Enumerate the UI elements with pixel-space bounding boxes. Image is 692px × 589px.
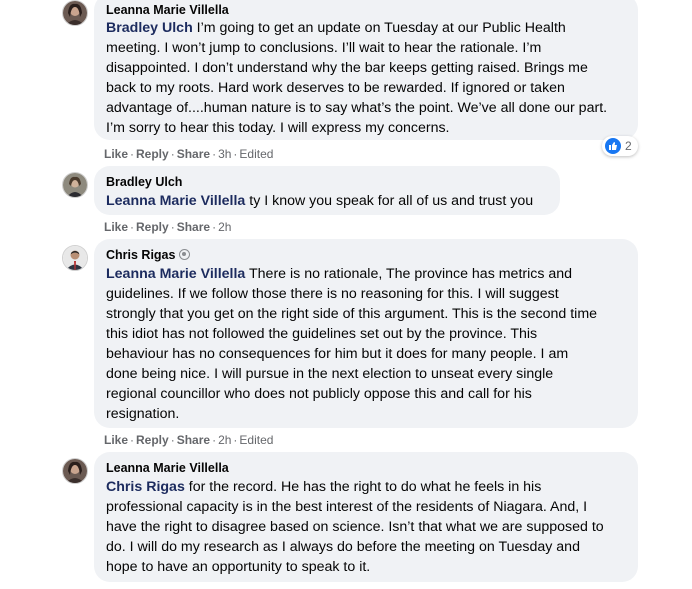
avatar[interactable] (62, 245, 88, 271)
comment-text: Bradley Ulch I’m going to get an update … (106, 20, 608, 136)
comment-author[interactable]: Leanna Marie Villella (106, 1, 626, 19)
edited-label[interactable]: Edited (239, 147, 273, 161)
comment-actions: Like · Reply · Share · 3h · Edited (104, 147, 274, 161)
reply-button[interactable]: Reply (136, 433, 169, 447)
comment-author[interactable]: Bradley Ulch (106, 173, 548, 191)
comment-author[interactable]: Leanna Marie Villella (106, 459, 626, 477)
comment-bubble: Leanna Marie Villella Bradley Ulch I’m g… (94, 0, 638, 140)
avatar[interactable] (62, 172, 88, 198)
comment-text: Leanna Marie Villella ty I know you spea… (106, 193, 534, 209)
top-fan-shield-icon (179, 249, 191, 260)
like-reaction-icon (605, 138, 621, 154)
reaction-count[interactable]: 2 (602, 136, 638, 156)
timestamp[interactable]: 3h (218, 147, 231, 161)
share-button[interactable]: Share (177, 433, 210, 447)
comment-bubble: Leanna Marie Villella Chris Rigas for th… (94, 452, 638, 582)
like-button[interactable]: Like (104, 147, 128, 161)
mention-link[interactable]: Leanna Marie Villella (106, 266, 245, 282)
reply-button[interactable]: Reply (136, 220, 169, 234)
comment-text: Chris Rigas for the record. He has the r… (106, 479, 604, 575)
share-button[interactable]: Share (177, 220, 210, 234)
reply-button[interactable]: Reply (136, 147, 169, 161)
comment-actions: Like · Reply · Share · 2h (104, 220, 232, 234)
comment-actions: Like · Reply · Share · 2h · Edited (104, 433, 274, 447)
mention-link[interactable]: Bradley Ulch (106, 20, 193, 36)
timestamp[interactable]: 2h (218, 220, 231, 234)
mention-link[interactable]: Leanna Marie Villella (106, 193, 245, 209)
share-button[interactable]: Share (177, 147, 210, 161)
edited-label[interactable]: Edited (239, 433, 273, 447)
comment-text: Leanna Marie Villella There is no ration… (106, 266, 598, 422)
avatar[interactable] (62, 0, 88, 26)
comment-author[interactable]: Chris Rigas (106, 246, 626, 264)
avatar[interactable] (62, 458, 88, 484)
comment-bubble: Bradley Ulch Leanna Marie Villella ty I … (94, 166, 560, 215)
comment-bubble: Chris Rigas Leanna Marie Villella There … (94, 239, 638, 428)
like-button[interactable]: Like (104, 220, 128, 234)
timestamp[interactable]: 2h (218, 433, 231, 447)
like-button[interactable]: Like (104, 433, 128, 447)
mention-link[interactable]: Chris Rigas (106, 479, 185, 495)
